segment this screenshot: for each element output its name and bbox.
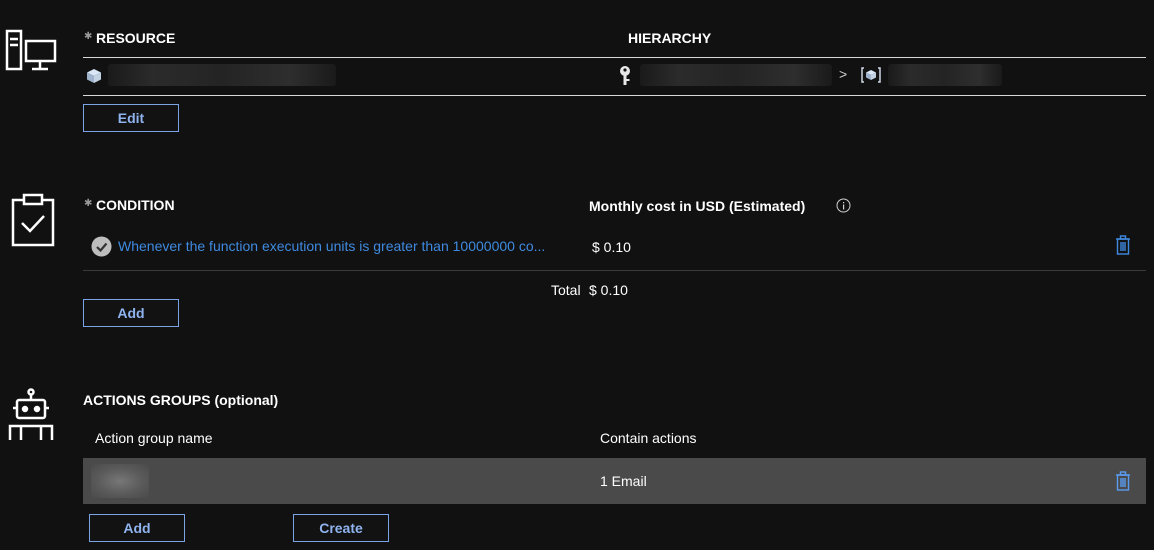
cost-header: Monthly cost in USD (Estimated) [589, 198, 806, 214]
check-circle-icon [91, 236, 112, 257]
subscription-name-redacted [640, 64, 832, 86]
column-header-name: Action group name [95, 430, 213, 446]
required-marker: ✱ [84, 198, 93, 209]
add-action-group-button[interactable]: Add [89, 514, 185, 542]
key-icon [620, 66, 630, 85]
hierarchy-header: HIERARCHY [628, 30, 712, 46]
clipboard-check-icon [11, 193, 55, 247]
condition-header: CONDITION [96, 197, 175, 213]
resource-bottom-divider [83, 95, 1146, 96]
column-header-actions: Contain actions [600, 430, 697, 446]
total-value: $ 0.10 [589, 282, 628, 298]
required-marker: ✱ [84, 31, 93, 42]
actions-header: ACTIONS GROUPS (optional) [83, 392, 279, 408]
create-action-group-button[interactable]: Create [293, 514, 389, 542]
resource-header: RESOURCE [96, 30, 176, 46]
info-icon[interactable] [836, 198, 851, 213]
resource-group-icon [861, 67, 881, 83]
resource-name-redacted [108, 64, 336, 86]
breadcrumb-separator: > [839, 66, 848, 82]
edit-button[interactable]: Edit [83, 104, 179, 132]
condition-link[interactable]: Whenever the function execution units is… [118, 238, 545, 254]
resource-group-name-redacted [888, 64, 1002, 86]
robot-icon [8, 388, 54, 440]
action-group-name-redacted [91, 464, 149, 498]
resource-top-divider [83, 57, 1146, 58]
condition-divider [83, 270, 1146, 271]
cube-icon [87, 69, 101, 83]
table-row[interactable]: 1 Email [83, 458, 1146, 504]
delete-condition-icon[interactable] [1115, 235, 1131, 255]
contain-actions-value: 1 Email [600, 473, 647, 489]
resource-icon [5, 29, 57, 71]
delete-action-group-icon[interactable] [1115, 471, 1131, 491]
add-condition-button[interactable]: Add [83, 299, 179, 327]
condition-cost: $ 0.10 [592, 239, 631, 255]
total-label: Total [551, 282, 581, 298]
